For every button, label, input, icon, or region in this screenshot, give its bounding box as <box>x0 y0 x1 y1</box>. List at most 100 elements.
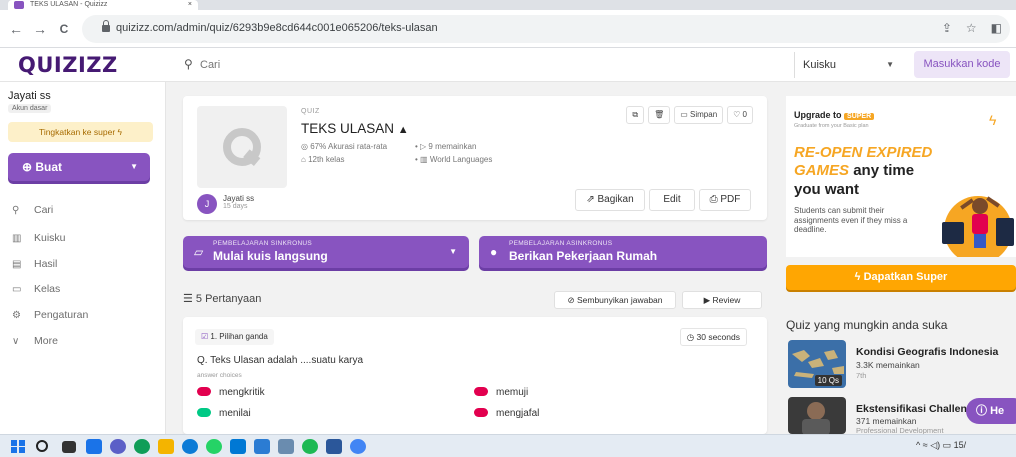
hide-answers-button[interactable]: ⊘ Sembunyikan jawaban <box>554 291 676 309</box>
sidebar-item-more[interactable]: ∨ More <box>12 335 58 347</box>
search-input[interactable] <box>200 56 760 74</box>
google-chrome-icon[interactable] <box>350 439 366 454</box>
projector-icon: ▱ <box>194 245 204 259</box>
mail-icon[interactable] <box>254 439 270 454</box>
question-card: ☑ 1. Pilihan ganda ◷ 30 seconds Q. Teks … <box>183 317 767 434</box>
reports-icon: ▤ <box>12 259 22 270</box>
person-photo-image <box>788 397 846 434</box>
grade-meta: ⌂ 12th kelas <box>301 155 345 164</box>
like-count: 0 <box>742 110 747 119</box>
plays-meta: • ▷ 9 memainkan <box>415 142 476 151</box>
extension-icon[interactable]: ◧ <box>991 21 1002 35</box>
promo-upgrade-text: Upgrade to <box>794 110 842 120</box>
suggested-quiz-title[interactable]: Kondisi Geografis Indonesia <box>856 346 998 358</box>
tray-time[interactable]: 15/ <box>954 440 967 450</box>
lightning-icon: ϟ <box>989 112 997 128</box>
url-text[interactable]: quizizz.com/admin/quiz/6293b9e8cd644c001… <box>116 22 438 34</box>
chrome-icon[interactable] <box>134 439 150 454</box>
join-code-button[interactable]: Masukkan kode <box>914 51 1010 78</box>
super-promo-card[interactable]: Upgrade to SUPER Graduate from your Basi… <box>786 96 1016 257</box>
whatsapp-icon[interactable] <box>206 439 222 454</box>
sidebar-item-cari[interactable]: ⚲ Cari <box>12 204 53 216</box>
pdf-button[interactable]: ⎙ PDF <box>699 189 751 211</box>
user-name[interactable]: Jayati ss <box>8 90 51 102</box>
edit-button[interactable]: Edit <box>649 189 695 211</box>
sidebar-item-kuisku[interactable]: ▥ Kuisku <box>12 232 66 244</box>
browser-tab[interactable]: TEKS ULASAN - Quizizz × <box>8 0 198 10</box>
save-button[interactable]: ▭ Simpan <box>674 106 724 124</box>
get-super-button[interactable]: ϟ Dapatkan Super <box>786 265 1016 290</box>
taskbar-search-icon[interactable] <box>36 440 48 452</box>
search-bar[interactable]: ⚲ <box>174 52 786 78</box>
quizizz-logo[interactable]: QUIZIZZ <box>18 53 118 77</box>
create-button[interactable]: ⊕ Buat ▼ <box>8 153 150 181</box>
assign-homework-button[interactable]: ● PEMBELAJARAN ASINKRONUS Berikan Pekerj… <box>479 236 767 268</box>
reload-button[interactable]: C <box>54 19 74 39</box>
help-icon: ⓘ <box>976 405 991 417</box>
checkbox-icon: ☑ <box>201 332 211 341</box>
folder-icon: ▭ <box>680 110 691 119</box>
bookmark-star-icon[interactable]: ☆ <box>966 21 977 35</box>
pdf-label: PDF <box>720 194 741 205</box>
forward-button[interactable]: → <box>30 19 50 39</box>
subject-text: World Languages <box>429 155 493 164</box>
tab-close-icon[interactable]: × <box>188 0 192 10</box>
suggested-quiz-thumbnail[interactable]: 10 Qs <box>788 340 846 388</box>
help-label: He <box>990 405 1005 417</box>
suggested-quiz-thumbnail[interactable] <box>788 397 846 434</box>
owner-name[interactable]: Jayati ss <box>223 194 254 203</box>
question-count-badge: 10 Qs <box>814 375 842 386</box>
edge-icon[interactable] <box>182 439 198 454</box>
copy-button[interactable]: ⧉ <box>626 106 645 124</box>
sidebar-item-kelas[interactable]: ▭ Kelas <box>12 283 60 295</box>
photos-icon[interactable] <box>278 439 294 454</box>
lightning-icon: ϟ <box>854 271 864 283</box>
back-button[interactable]: ← <box>6 19 26 39</box>
widgets-icon[interactable] <box>86 439 102 454</box>
sidebar: Jayati ss Akun dasar Tingkatkan ke super… <box>0 82 166 434</box>
sidebar-item-hasil[interactable]: ▤ Hasil <box>12 258 57 270</box>
target-icon: ◎ <box>301 142 311 151</box>
owner-time: 15 days <box>223 203 248 210</box>
sidebar-item-label: Pengaturan <box>34 309 89 321</box>
grade-cap-icon: ⌂ <box>301 155 309 164</box>
promo-headline-1: RE-OPEN EXPIRED <box>794 144 933 161</box>
chevron-down-icon: ∨ <box>12 336 20 347</box>
clock-icon: ● <box>490 245 498 259</box>
chat-icon[interactable] <box>110 439 126 454</box>
sync-learning-label: PEMBELAJARAN SINKRONUS <box>213 240 313 247</box>
start-live-quiz-button[interactable]: ▱ PEMBELAJARAN SINKRONUS Mulai kuis lang… <box>183 236 469 268</box>
review-button[interactable]: ▶ Review <box>682 291 762 309</box>
sidebar-item-label: Kuisku <box>34 232 66 244</box>
question-count: ☰ 5 Pertanyaan <box>183 292 261 305</box>
share-icon: ⇗ <box>586 194 598 205</box>
upgrade-super-button[interactable]: Tingkatkan ke super ϟ <box>8 122 153 142</box>
store-icon[interactable] <box>230 439 246 454</box>
help-button[interactable]: ⓘ He <box>966 398 1016 424</box>
volume-icon[interactable]: ◁) <box>930 440 942 450</box>
answer-choice: memuji <box>474 387 528 398</box>
task-view-icon[interactable] <box>62 441 76 453</box>
share-page-icon[interactable]: ⇪ <box>942 21 952 35</box>
question-type-text: 1. Pilihan ganda <box>210 332 268 341</box>
question-type-badge: ☑ 1. Pilihan ganda <box>195 329 274 345</box>
spotify-icon[interactable] <box>302 439 318 454</box>
delete-button[interactable]: 🗑 <box>648 106 671 124</box>
save-label: Simpan <box>690 110 718 119</box>
correct-marker-icon <box>197 408 211 417</box>
owner-avatar[interactable]: J <box>197 194 217 214</box>
suggested-quiz-title[interactable]: Ekstensifikasi Challen <box>856 403 967 415</box>
question-time[interactable]: ◷ 30 seconds <box>679 328 747 346</box>
windows-start-icon[interactable] <box>10 439 26 454</box>
battery-icon[interactable]: ▭ <box>943 440 954 450</box>
library-select[interactable]: Kuisku ▼ <box>794 52 904 78</box>
share-button[interactable]: ⇗ Bagikan <box>575 189 645 211</box>
like-button[interactable]: ♡ 0 <box>727 106 753 124</box>
word-icon[interactable] <box>326 439 342 454</box>
upgrade-super-label: Tingkatkan ke super <box>38 127 116 137</box>
address-bar[interactable]: quizizz.com/admin/quiz/6293b9e8cd644c001… <box>82 15 1010 43</box>
tray-chevron-up-icon[interactable]: ^ <box>916 440 923 450</box>
file-explorer-icon[interactable] <box>158 439 174 454</box>
answer-choices-label: answer choices <box>197 372 242 379</box>
sidebar-item-pengaturan[interactable]: ⚙ Pengaturan <box>12 309 88 321</box>
